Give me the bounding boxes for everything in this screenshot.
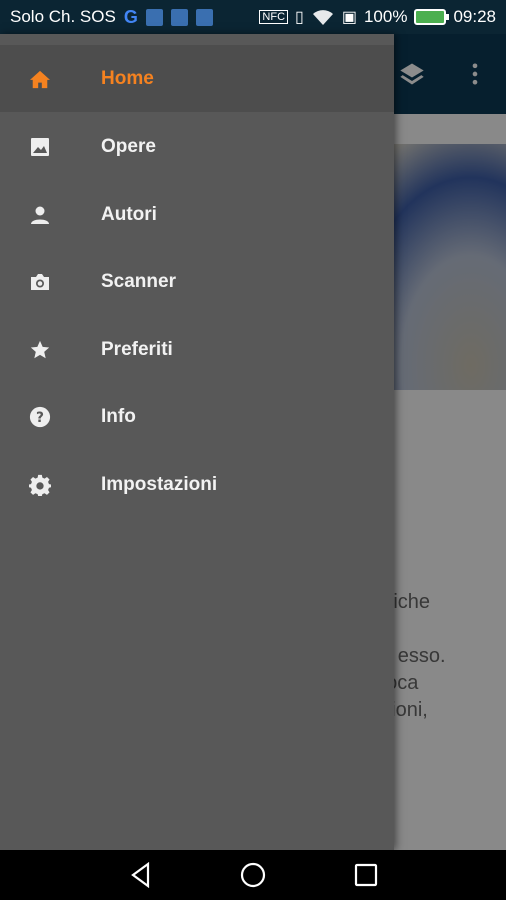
- clock: 09:28: [453, 7, 496, 26]
- nfc-icon: NFC: [259, 10, 289, 24]
- sim-icon: ▣: [341, 9, 357, 26]
- battery-icon: [414, 9, 450, 25]
- vibrate-icon: ▯: [295, 9, 304, 26]
- svg-text:?: ?: [36, 410, 44, 426]
- wifi-icon: [312, 10, 333, 25]
- status-bar: Solo Ch. SOS G NFC ▯ ▣ 100% 09:28: [0, 0, 506, 34]
- back-icon[interactable]: [128, 861, 154, 889]
- drawer-item-preferiti[interactable]: Preferiti: [0, 316, 394, 383]
- camera-icon: [28, 270, 52, 294]
- navigation-drawer: Home Opere Autori Scanner Preferiti ? In…: [0, 34, 394, 850]
- drawer-item-label: Scanner: [101, 270, 176, 292]
- notification-icon: [145, 8, 163, 26]
- drawer-item-label: Preferiti: [101, 338, 173, 360]
- drawer-item-opere[interactable]: Opere: [0, 113, 394, 180]
- image-icon: [28, 135, 52, 159]
- drawer-item-info[interactable]: ? Info: [0, 383, 394, 450]
- person-icon: [28, 203, 52, 227]
- drawer-item-label: Impostazioni: [101, 473, 218, 495]
- battery-percent: 100%: [363, 7, 408, 26]
- drawer-item-home[interactable]: Home: [0, 45, 394, 112]
- drawer-item-autori[interactable]: Autori: [0, 181, 394, 248]
- home-nav-icon[interactable]: [240, 862, 266, 888]
- help-icon: ?: [28, 405, 52, 429]
- drawer-item-label: Opere: [101, 135, 156, 157]
- drawer-scrim[interactable]: [394, 34, 506, 850]
- gear-icon: [28, 473, 52, 497]
- drawer-item-label: Autori: [101, 203, 157, 225]
- notification-icon: [195, 8, 213, 26]
- recents-icon[interactable]: [353, 862, 379, 888]
- system-nav-bar: [0, 850, 506, 900]
- google-icon: G: [123, 6, 138, 27]
- carrier-name: Solo Ch. SOS: [10, 7, 116, 26]
- home-icon: [28, 67, 52, 91]
- drawer-item-label: Info: [101, 405, 136, 427]
- notification-icon: [170, 8, 188, 26]
- drawer-item-scanner[interactable]: Scanner: [0, 248, 394, 315]
- drawer-item-label: Home: [101, 67, 154, 89]
- drawer-item-impostazioni[interactable]: Impostazioni: [0, 451, 394, 518]
- star-icon: [28, 338, 52, 362]
